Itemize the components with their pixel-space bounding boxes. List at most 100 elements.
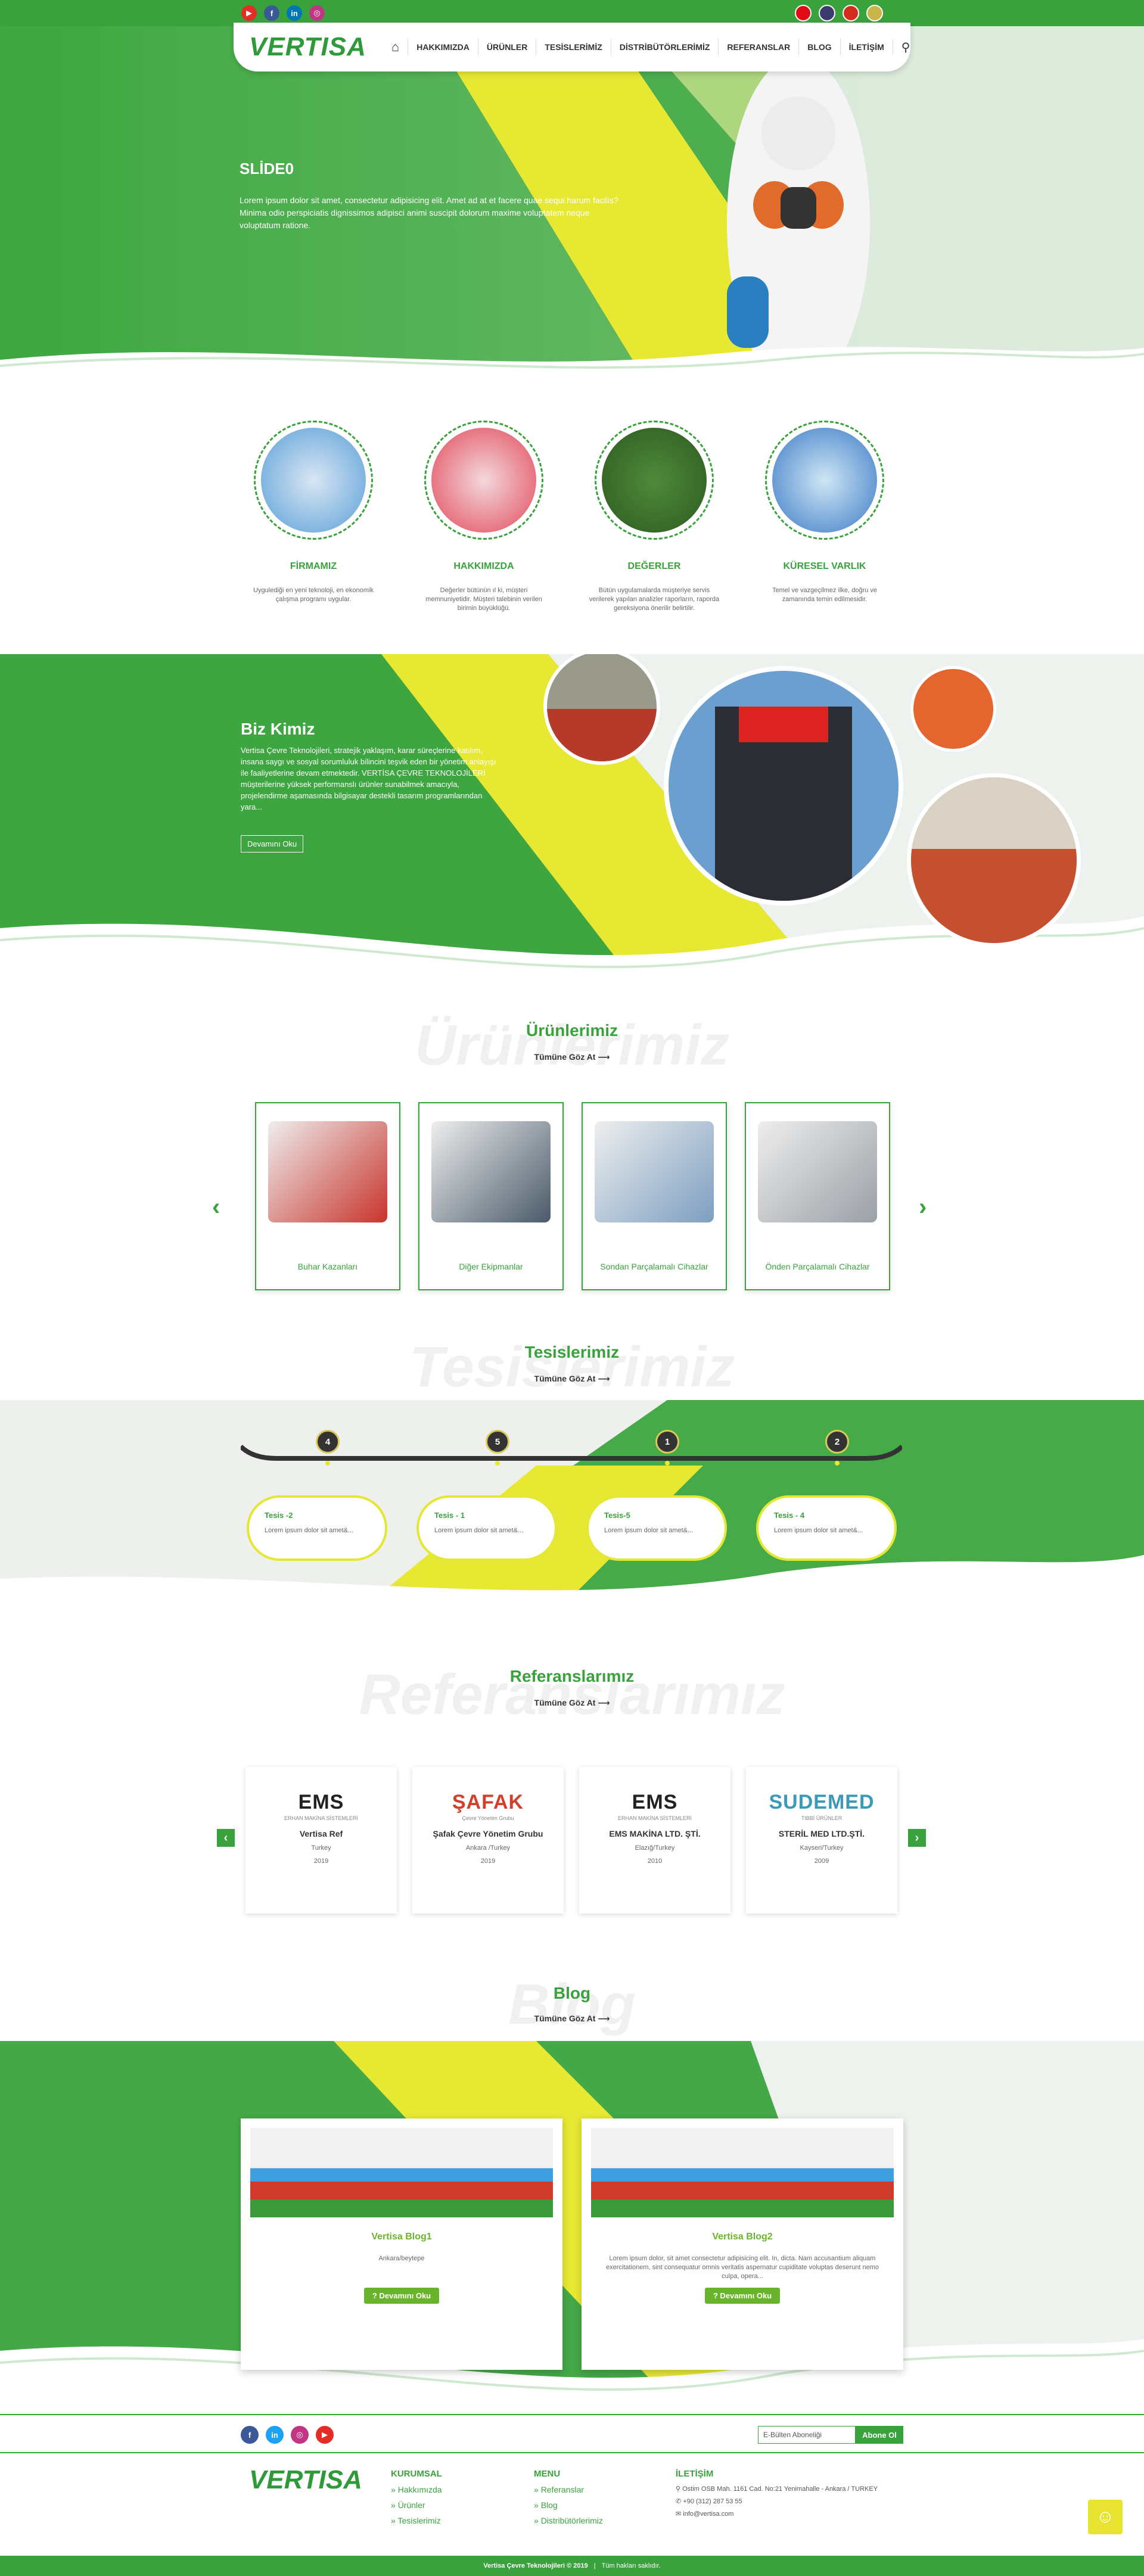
footer-youtube-icon[interactable]: ▶	[316, 2426, 334, 2444]
reference-logo: EMS ERHAN MAKİNA SİSTEMLERİ	[617, 1791, 692, 1821]
feature-title-3[interactable]: KÜRESEL VARLIK	[747, 561, 902, 572]
facility-number[interactable]: 4	[316, 1430, 340, 1454]
russian-flag-icon[interactable]	[843, 5, 859, 21]
youtube-icon[interactable]: ▶	[241, 5, 257, 21]
references-view-all-link[interactable]: Tümüne Göz At ⟶	[0, 1698, 1144, 1708]
reference-year: 2019	[313, 1858, 329, 1865]
reference-card[interactable]: EMS ERHAN MAKİNA SİSTEMLERİ EMS MAKİNA LTD…	[579, 1767, 730, 1914]
arabic-flag-icon[interactable]	[866, 5, 883, 21]
nav-item-2[interactable]: TESİSLERİMİZ	[536, 39, 610, 55]
facility-card[interactable]: Tesis - 1 Lorem ipsum dolor sit amet&...	[416, 1495, 557, 1561]
blog-card[interactable]: Vertisa Blog2 Lorem ipsum dolor, sit amet…	[582, 2118, 903, 2370]
about-section: Biz Kimiz Vertisa Çevre Teknolojileri, s…	[0, 654, 1144, 994]
linkedin-icon[interactable]: in	[287, 5, 302, 21]
feature-title-2[interactable]: DEĞERLER	[577, 561, 732, 572]
contact-email[interactable]: ✉ info@vertisa.com	[676, 2510, 878, 2518]
nav-item-6[interactable]: İLETİŞİM	[840, 39, 893, 55]
english-flag-icon[interactable]	[819, 5, 835, 21]
blog-view-all-link[interactable]: Tümüne Göz At ⟶	[0, 2014, 1144, 2024]
facility-card[interactable]: Tesis - 4 Lorem ipsum dolor sit amet&...	[756, 1495, 897, 1561]
search-icon[interactable]: ⚲	[892, 39, 919, 55]
newsletter-email-input[interactable]: E-Bülten Aboneliği	[758, 2426, 856, 2444]
facility-number[interactable]: 2	[825, 1430, 849, 1454]
hero-slider: SLİDE0 Lorem ipsum dolor sit amet, conse…	[0, 26, 1144, 378]
reference-year: 2019	[480, 1858, 496, 1865]
product-card[interactable]: Sondan Parçalamalı Cihazlar	[582, 1102, 727, 1290]
feature-image-1	[424, 421, 543, 540]
product-image	[595, 1121, 714, 1222]
vertisa-logo[interactable]: VERTISA	[249, 32, 366, 62]
timeline-dot	[835, 1461, 840, 1466]
timeline-line	[241, 1445, 902, 1461]
about-read-more-button[interactable]: Devamını Oku	[241, 835, 304, 853]
footer-link[interactable]: » Blog	[534, 2500, 603, 2510]
nav-item-3[interactable]: DİSTRİBÜTÖRLERİMİZ	[610, 39, 719, 55]
facility-card[interactable]: Tesis-5 Lorem ipsum dolor sit amet&...	[586, 1495, 727, 1561]
footer-link[interactable]: » Tesislerimiz	[391, 2516, 442, 2525]
footer-facebook-icon[interactable]: f	[241, 2426, 259, 2444]
references-prev-arrow[interactable]: ‹	[217, 1829, 235, 1847]
newsletter-subscribe-button[interactable]: Abone Ol	[856, 2426, 903, 2444]
footer-column-title: MENU	[534, 2469, 561, 2479]
product-name: Sondan Parçalamalı Cihazlar	[600, 1262, 708, 1271]
footer-link[interactable]: » Referanslar	[534, 2485, 603, 2494]
footer-instagram-icon[interactable]: ◎	[291, 2426, 309, 2444]
product-card[interactable]: Önden Parçalamalı Cihazlar	[745, 1102, 890, 1290]
footer-link[interactable]: » Hakkımızda	[391, 2485, 442, 2494]
facility-card[interactable]: Tesis -2 Lorem ipsum dolor sit amet&...	[247, 1495, 387, 1561]
contact-phone: ✆ +90 (312) 287 53 55	[676, 2498, 742, 2505]
feature-title-0[interactable]: FİRMAMIZ	[236, 561, 391, 572]
question-icon: ?	[372, 2291, 380, 2300]
reference-card[interactable]: SUDEMED TIBBİ ÜRÜNLER STERİL MED LTD.ŞTİ. K…	[746, 1767, 897, 1914]
blog-title[interactable]: Vertisa Blog2	[591, 2232, 894, 2242]
product-card[interactable]: Diğer Ekipmanlar	[418, 1102, 564, 1290]
reference-card[interactable]: EMS ERHAN MAKİNA SİSTEMLERİ Vertisa Ref Tur…	[245, 1767, 397, 1914]
footer-divider-2	[0, 2452, 1144, 2453]
nav-item-0[interactable]: HAKKIMIZDA	[408, 39, 478, 55]
feature-desc-1: Değerler bütünün ıl ki, müşteri memnuniy…	[425, 587, 542, 612]
home-icon[interactable]: ⌂	[383, 39, 408, 55]
blog-read-more-button[interactable]: ? Devamını Oku	[704, 2288, 781, 2304]
double-chevron-icon: »	[534, 2500, 541, 2510]
facilities-view-all-link[interactable]: Tümüne Göz At ⟶	[0, 1374, 1144, 1384]
reference-card[interactable]: ŞAFAK Çevre Yönetim Grubu Şafak Çevre Yöne…	[412, 1767, 564, 1914]
feature-image-0	[254, 421, 373, 540]
nav-item-4[interactable]: REFERANSLAR	[718, 39, 798, 55]
reference-place: Elazığ/Turkey	[635, 1844, 675, 1852]
blog-read-more-button[interactable]: ? Devamını Oku	[363, 2288, 440, 2304]
references-next-arrow[interactable]: ›	[908, 1829, 926, 1847]
reference-name: EMS MAKİNA LTD. ŞTİ.	[609, 1829, 701, 1838]
about-photo-3	[910, 666, 996, 752]
footer-logo[interactable]: VERTISA	[249, 2465, 362, 2495]
products-view-all-link[interactable]: Tümüne Göz At ⟶	[0, 1052, 1144, 1062]
footer-link[interactable]: » Distribütörlerimiz	[534, 2516, 603, 2525]
nav-item-5[interactable]: BLOG	[798, 39, 840, 55]
footer-linkedin-icon[interactable]: in	[266, 2426, 284, 2444]
product-name: Diğer Ekipmanlar	[459, 1262, 523, 1271]
products-prev-arrow[interactable]: ‹	[212, 1194, 220, 1221]
double-chevron-icon: »	[534, 2516, 541, 2525]
blog-title[interactable]: Vertisa Blog1	[250, 2232, 553, 2242]
facility-title: Tesis -2	[265, 1511, 293, 1520]
products-next-arrow[interactable]: ›	[919, 1194, 927, 1221]
about-title: Biz Kimiz	[241, 720, 315, 738]
facility-desc: Lorem ipsum dolor sit amet&...	[774, 1527, 863, 1534]
feature-title-1[interactable]: HAKKIMIZDA	[406, 561, 561, 572]
timeline-dot	[325, 1461, 330, 1466]
facility-number[interactable]: 1	[655, 1430, 679, 1454]
footer-link[interactable]: » Ürünler	[391, 2500, 442, 2510]
facility-number[interactable]: 5	[486, 1430, 509, 1454]
feature-desc-0: Uygulediği en yeni teknoloji, en ekonomi…	[253, 587, 374, 603]
product-card[interactable]: Buhar Kazanları	[255, 1102, 400, 1290]
reference-logo: SUDEMED TIBBİ ÜRÜNLER	[769, 1791, 875, 1821]
nav-item-1[interactable]: ÜRÜNLER	[477, 39, 536, 55]
hero-text: Lorem ipsum dolor sit amet, consectetur …	[240, 195, 618, 230]
instagram-icon[interactable]: ◎	[309, 5, 325, 21]
timeline-dot	[665, 1461, 670, 1466]
chat-widget-icon[interactable]: ☺	[1088, 2500, 1123, 2534]
blog-card[interactable]: Vertisa Blog1 Ankara/beytepe ? Devamını Ok…	[241, 2118, 562, 2370]
facebook-icon[interactable]: f	[264, 5, 279, 21]
turkish-flag-icon[interactable]	[795, 5, 812, 21]
copyright-bar: Vertisa Çevre Teknolojileri © 2019 | Tüm h…	[0, 2556, 1144, 2576]
reference-place: Kayseri/Turkey	[800, 1844, 844, 1852]
